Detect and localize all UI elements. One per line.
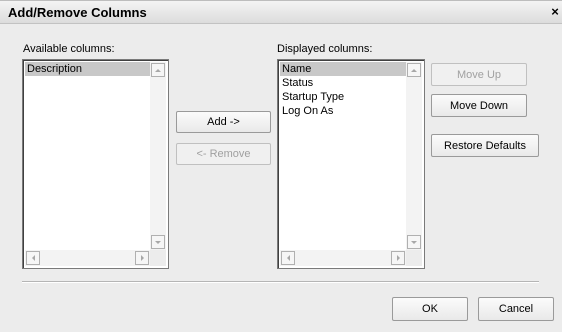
add-button[interactable]: Add -> — [176, 111, 271, 133]
list-item-description[interactable]: Description — [25, 62, 150, 76]
restore-defaults-button[interactable]: Restore Defaults — [431, 134, 539, 157]
add-remove-columns-dialog: Add/Remove Columns × Available columns: … — [0, 0, 562, 332]
scroll-up-arrow-icon[interactable] — [151, 63, 165, 77]
scroll-left-arrow-icon[interactable] — [26, 251, 40, 265]
vertical-scrollbar[interactable] — [406, 62, 422, 250]
available-columns-label: Available columns: — [23, 43, 115, 55]
scrollbar-corner — [150, 250, 166, 266]
footer-divider — [22, 281, 539, 283]
displayed-columns-items: Name Status Startup Type Log On As — [280, 62, 406, 250]
scroll-down-arrow-icon[interactable] — [151, 235, 165, 249]
list-item-startup-type[interactable]: Startup Type — [280, 90, 406, 104]
move-down-button[interactable]: Move Down — [431, 94, 527, 117]
move-up-button[interactable]: Move Up — [431, 63, 527, 86]
available-columns-items: Description — [25, 62, 150, 250]
scroll-up-arrow-icon[interactable] — [407, 63, 421, 77]
cancel-button[interactable]: Cancel — [478, 297, 554, 321]
list-item-name[interactable]: Name — [280, 62, 406, 76]
dialog-title: Add/Remove Columns — [8, 5, 147, 20]
scroll-down-arrow-icon[interactable] — [407, 235, 421, 249]
title-bar[interactable]: Add/Remove Columns × — [0, 1, 562, 24]
close-icon[interactable]: × — [549, 4, 561, 19]
scrollbar-corner — [406, 250, 422, 266]
scroll-right-arrow-icon[interactable] — [135, 251, 149, 265]
displayed-columns-list[interactable]: Name Status Startup Type Log On As — [277, 59, 425, 269]
list-item-status[interactable]: Status — [280, 76, 406, 90]
horizontal-scrollbar[interactable] — [25, 250, 150, 266]
scroll-left-arrow-icon[interactable] — [281, 251, 295, 265]
available-columns-list[interactable]: Description — [22, 59, 169, 269]
list-item-log-on-as[interactable]: Log On As — [280, 104, 406, 118]
vertical-scrollbar[interactable] — [150, 62, 166, 250]
ok-button[interactable]: OK — [392, 297, 468, 321]
displayed-columns-label: Displayed columns: — [277, 43, 373, 55]
scroll-right-arrow-icon[interactable] — [391, 251, 405, 265]
remove-button[interactable]: <- Remove — [176, 143, 271, 165]
horizontal-scrollbar[interactable] — [280, 250, 406, 266]
